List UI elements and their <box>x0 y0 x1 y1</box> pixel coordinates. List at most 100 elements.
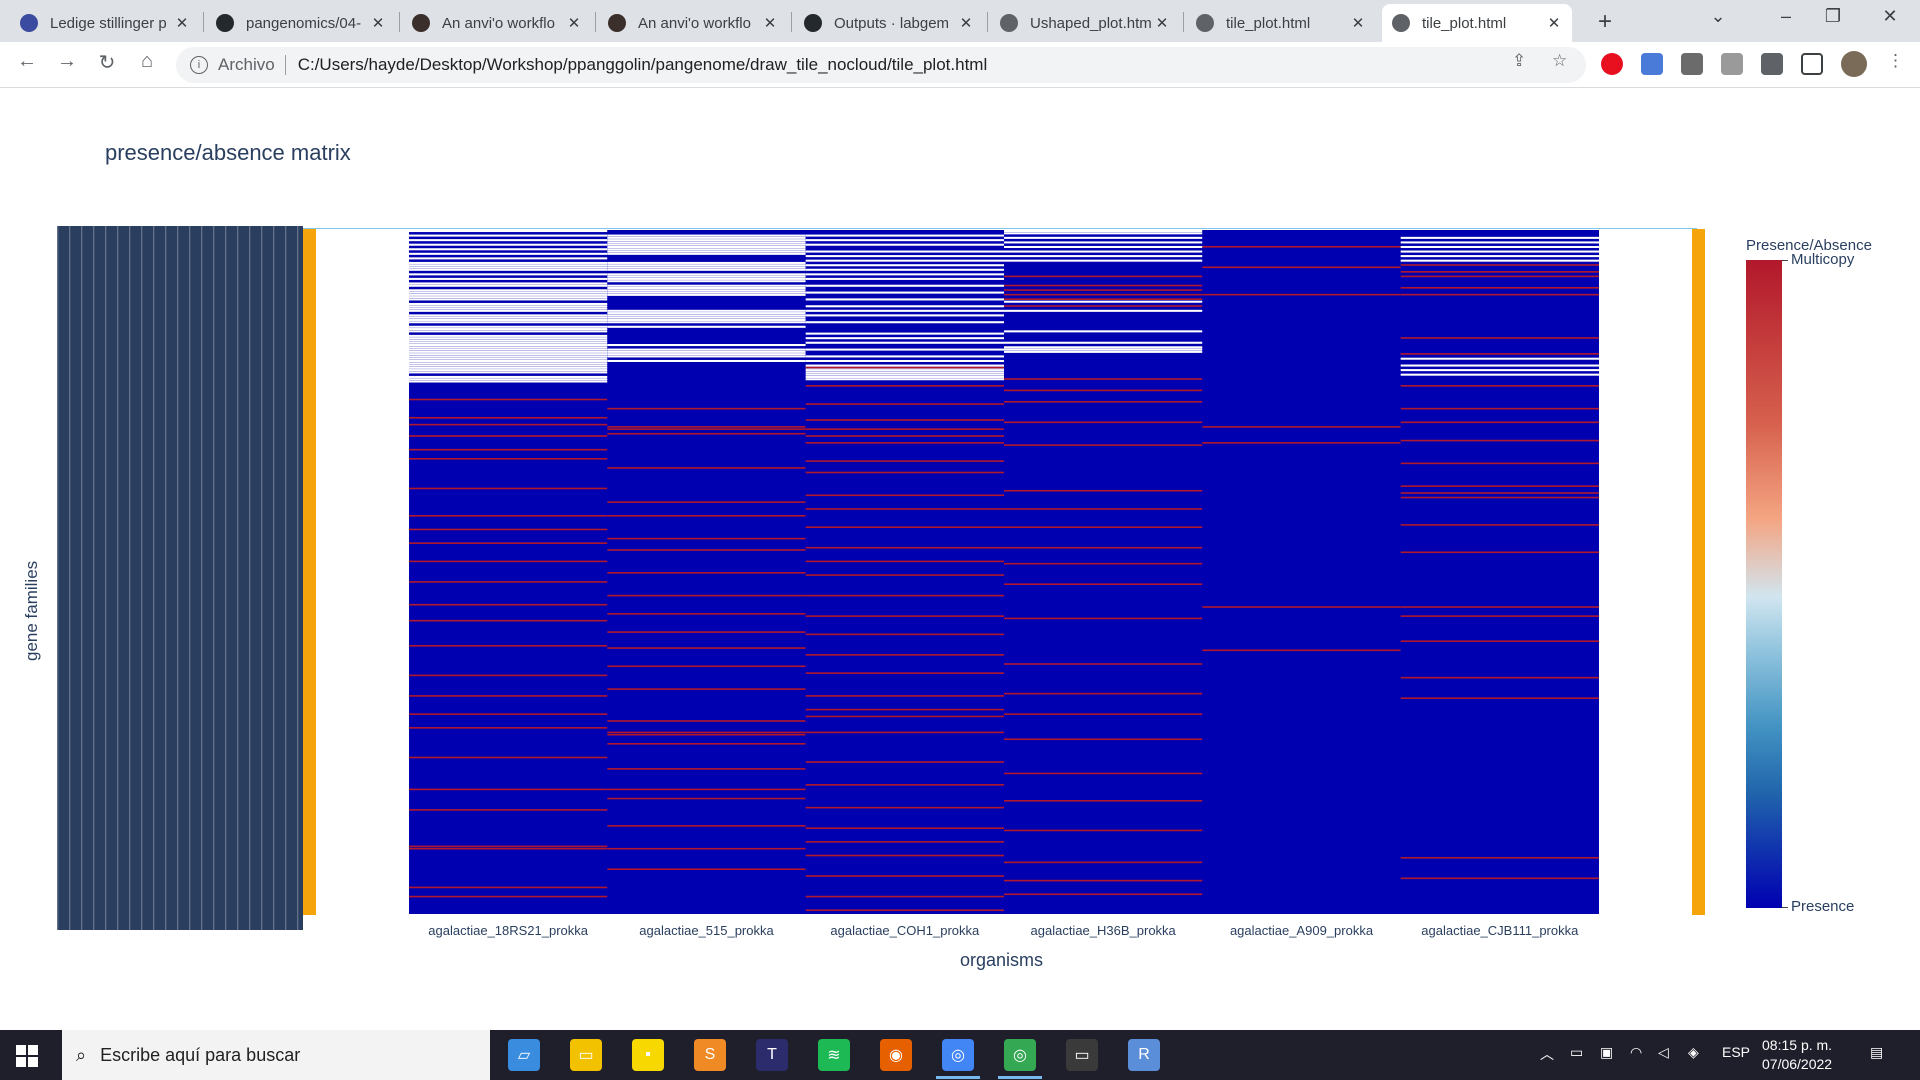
side-panel-icon[interactable] <box>1801 53 1823 75</box>
tab-search-chevron-icon[interactable]: ⌄ <box>1703 6 1733 27</box>
site-info-icon[interactable]: i <box>190 56 208 74</box>
browser-tab[interactable]: An anvi'o workflo ✕ <box>402 4 592 42</box>
opera-extension-icon[interactable] <box>1601 53 1623 75</box>
reload-icon[interactable]: ↻ <box>92 50 122 75</box>
tab-label: An anvi'o workflo <box>638 14 751 32</box>
language-indicator[interactable]: ESP <box>1722 1044 1750 1060</box>
heatmap-cell-absent <box>409 243 608 246</box>
heatmap-cell-absent <box>409 366 608 369</box>
sublime-text-icon[interactable]: S <box>694 1039 726 1071</box>
chrome-profile-icon[interactable]: ◎ <box>1004 1039 1036 1071</box>
share-icon[interactable]: ⇪ <box>1512 51 1526 71</box>
volume-icon[interactable]: ◁ <box>1658 1044 1669 1061</box>
tab-close-icon[interactable]: ✕ <box>958 14 974 32</box>
notepad-icon[interactable]: ▱ <box>508 1039 540 1071</box>
address-bar[interactable]: i Archivo C:/Users/hayde/Desktop/Worksho… <box>176 47 1586 83</box>
new-tab-button[interactable]: + <box>1598 8 1612 36</box>
r-icon[interactable]: R <box>1128 1039 1160 1071</box>
firefox-icon[interactable]: ◉ <box>880 1039 912 1071</box>
taskbar-clock[interactable]: 08:15 p. m. 07/06/2022 <box>1762 1036 1832 1074</box>
browser-tab[interactable]: pangenomics/04- ✕ <box>206 4 396 42</box>
heatmap-cell-absent <box>1004 241 1203 244</box>
taskbar-search-placeholder: Escribe aquí para buscar <box>100 1044 301 1065</box>
tab-close-icon[interactable]: ✕ <box>174 14 190 32</box>
heatmap-cell-absent <box>409 357 608 360</box>
taskbar-search-box[interactable]: ⌕ Escribe aquí para buscar <box>62 1030 490 1080</box>
heatmap-cell-multicopy <box>607 426 806 428</box>
heatmap-column-presence <box>409 230 608 914</box>
notifications-icon[interactable]: ▤ <box>1870 1044 1883 1061</box>
windows-start-icon[interactable] <box>16 1045 38 1067</box>
heatmap-cell-absent <box>607 245 806 249</box>
github-icon <box>804 14 822 32</box>
heatmap-cell-multicopy <box>805 508 1004 510</box>
tray-chevron-icon[interactable]: ︿ <box>1540 1044 1554 1064</box>
heatmap-cell-multicopy <box>1400 439 1599 442</box>
file-explorer-icon[interactable]: ▭ <box>570 1039 602 1071</box>
terminal-icon[interactable]: ▭ <box>1066 1039 1098 1071</box>
heatmap-cell-absent <box>409 284 608 287</box>
heatmap-cell-absent <box>805 364 1004 367</box>
heatmap-cell-multicopy <box>607 501 806 503</box>
menu-kebab-icon[interactable]: ⋮ <box>1887 51 1904 71</box>
wifi-icon[interactable]: ◠ <box>1630 1044 1642 1061</box>
heatmap-cell-absent <box>1004 230 1203 233</box>
heatmap-cell-multicopy <box>409 619 608 622</box>
address-divider <box>284 55 286 75</box>
translate-extension-icon[interactable] <box>1641 53 1663 75</box>
tab-close-icon[interactable]: ✕ <box>370 14 386 32</box>
tab-separator <box>595 12 596 32</box>
close-window-icon[interactable]: ✕ <box>1875 6 1905 27</box>
browser-toolbar: ← → ↻ ⌂ i Archivo C:/Users/hayde/Desktop… <box>0 42 1920 88</box>
browser-tab[interactable]: tile_plot.html ✕ <box>1382 4 1572 42</box>
tab-label: tile_plot.html <box>1422 14 1507 32</box>
heatmap-cell-absent <box>409 282 608 285</box>
heatmap-cell-absent <box>805 255 1004 258</box>
tab-close-icon[interactable]: ✕ <box>1350 14 1366 32</box>
profile-avatar[interactable] <box>1841 51 1867 77</box>
heatmap-cell-multicopy <box>1400 421 1599 424</box>
heatmap-cell-multicopy <box>1400 615 1599 617</box>
heatmap-cell-multicopy <box>1400 264 1599 266</box>
browser-tab[interactable]: Ushaped_plot.htm ✕ <box>990 4 1180 42</box>
forward-arrow-icon[interactable]: → <box>52 50 82 73</box>
heatmap-cell-multicopy <box>1400 337 1599 339</box>
browser-tab[interactable]: tile_plot.html ✕ <box>1186 4 1376 42</box>
heatmap-cell-absent <box>409 369 608 372</box>
minimize-icon[interactable]: – <box>1771 6 1801 27</box>
tab-close-icon[interactable]: ✕ <box>1154 14 1170 32</box>
spotify-icon[interactable]: ≋ <box>818 1039 850 1071</box>
pdf-extension-icon[interactable] <box>1721 53 1743 75</box>
heatmap-cell-multicopy <box>1004 421 1203 424</box>
heatmap-cell-multicopy <box>409 847 608 850</box>
globe-icon <box>1000 14 1018 32</box>
heatmap-cell-absent <box>1400 255 1599 258</box>
heatmap-cell-multicopy <box>805 594 1004 597</box>
heatmap-cell-absent <box>607 287 806 290</box>
heatmap-cell-multicopy <box>805 854 1004 857</box>
tab-close-icon[interactable]: ✕ <box>566 14 582 32</box>
back-arrow-icon[interactable]: ← <box>12 50 42 73</box>
sticky-notes-icon[interactable]: ▪ <box>632 1039 664 1071</box>
device-icon[interactable]: ▣ <box>1600 1044 1613 1061</box>
extensions-puzzle-icon[interactable] <box>1761 53 1783 75</box>
heatmap-cell-multicopy <box>1004 800 1203 802</box>
heatmap-cell-multicopy <box>1400 697 1599 699</box>
tab-close-icon[interactable]: ✕ <box>762 14 778 32</box>
heatmap-cell-absent <box>805 359 1004 363</box>
texstudio-icon[interactable]: T <box>756 1039 788 1071</box>
home-icon[interactable]: ⌂ <box>132 50 162 73</box>
tab-close-icon[interactable]: ✕ <box>1546 14 1562 32</box>
address-url[interactable]: C:/Users/hayde/Desktop/Workshop/ppanggol… <box>298 55 988 75</box>
chrome-icon[interactable]: ◎ <box>942 1039 974 1071</box>
maximize-icon[interactable]: ❐ <box>1818 6 1848 27</box>
browser-tab[interactable]: Ledige stillinger p ✕ <box>10 4 200 42</box>
presence-absence-heatmap[interactable] <box>409 230 1599 914</box>
battery-icon[interactable]: ▭ <box>1570 1044 1583 1061</box>
heatmap-cell-absent <box>607 273 806 276</box>
browser-tab[interactable]: An anvi'o workflo ✕ <box>598 4 788 42</box>
browser-tab[interactable]: Outputs · labgem ✕ <box>794 4 984 42</box>
dropbox-icon[interactable]: ◈ <box>1688 1044 1699 1061</box>
extension-box-icon[interactable] <box>1681 53 1703 75</box>
bookmark-star-icon[interactable]: ☆ <box>1552 51 1567 71</box>
